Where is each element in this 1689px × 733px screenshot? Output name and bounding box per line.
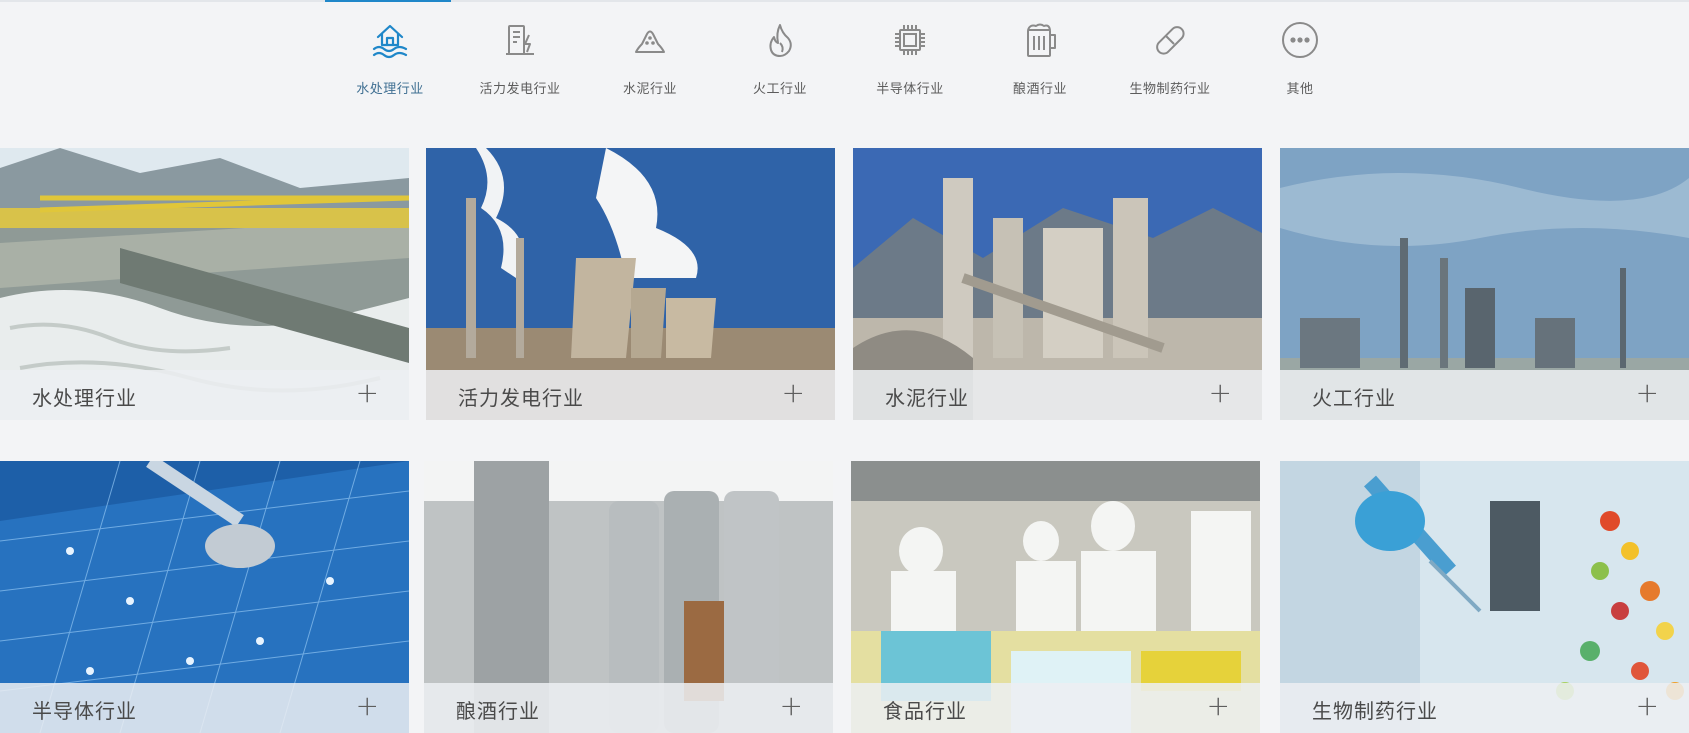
card-caption-bar: 火工行业 + (1280, 370, 1689, 420)
more-dots-icon (1278, 18, 1322, 62)
tab-label: 火工行业 (752, 82, 807, 97)
card-title: 火工行业 (1312, 386, 1396, 410)
industry-card-food[interactable]: 食品行业 + (851, 461, 1260, 733)
top-divider (0, 0, 1689, 2)
card-title: 半导体行业 (32, 699, 137, 723)
tab-label: 活力发电行业 (479, 82, 561, 97)
tab-label: 水泥行业 (622, 82, 677, 97)
tab-label: 半导体行业 (876, 82, 944, 97)
tab-pyrotechnics[interactable]: 火工行业 (715, 18, 845, 97)
card-caption-bar: 水泥行业 + (853, 370, 1262, 420)
card-caption-bar: 酿酒行业 + (424, 683, 833, 733)
card-title: 水处理行业 (32, 386, 137, 410)
industry-card-semiconductor[interactable]: 半导体行业 + (0, 461, 409, 733)
tab-biopharma[interactable]: 生物制药行业 (1105, 18, 1235, 97)
industry-card-biopharma[interactable]: 生物制药行业 + (1280, 461, 1689, 733)
expand-plus-icon[interactable]: + (1207, 689, 1230, 722)
industry-card-water-treatment[interactable]: 水处理行业 + (0, 148, 409, 420)
beer-mug-icon (1018, 18, 1062, 62)
card-title: 酿酒行业 (456, 699, 540, 723)
tab-label: 其他 (1286, 82, 1314, 97)
tab-brewing[interactable]: 酿酒行业 (975, 18, 1105, 97)
card-caption-bar: 活力发电行业 + (426, 370, 835, 420)
tab-label: 酿酒行业 (1012, 82, 1067, 97)
expand-plus-icon[interactable]: + (1636, 376, 1659, 409)
tab-label: 生物制药行业 (1129, 82, 1211, 97)
cement-pile-icon (628, 18, 672, 62)
capsule-icon (1148, 18, 1192, 62)
tab-other[interactable]: 其他 (1235, 18, 1365, 97)
power-plant-icon (498, 18, 542, 62)
tab-semiconductor[interactable]: 半导体行业 (845, 18, 975, 97)
card-title: 水泥行业 (885, 386, 969, 410)
tab-label: 水处理行业 (356, 82, 424, 97)
tab-power-plant[interactable]: 活力发电行业 (455, 18, 585, 97)
chip-icon (888, 18, 932, 62)
card-caption-bar: 生物制药行业 + (1280, 683, 1689, 733)
water-house-icon (368, 18, 412, 62)
card-title: 食品行业 (883, 699, 967, 723)
industry-card-pyrotechnics[interactable]: 火工行业 + (1280, 148, 1689, 420)
card-caption-bar: 半导体行业 + (0, 683, 409, 733)
expand-plus-icon[interactable]: + (780, 689, 803, 722)
tab-water-treatment[interactable]: 水处理行业 (325, 18, 455, 97)
expand-plus-icon[interactable]: + (782, 376, 805, 409)
card-title: 活力发电行业 (458, 386, 584, 410)
card-caption-bar: 水处理行业 + (0, 370, 409, 420)
expand-plus-icon[interactable]: + (356, 689, 379, 722)
card-title: 生物制药行业 (1312, 699, 1438, 723)
industry-card-cement[interactable]: 水泥行业 + (853, 148, 1262, 420)
expand-plus-icon[interactable]: + (1209, 376, 1232, 409)
tab-cement[interactable]: 水泥行业 (585, 18, 715, 97)
active-tab-indicator (325, 0, 451, 2)
flame-icon (758, 18, 802, 62)
industry-card-brewing[interactable]: 酿酒行业 + (424, 461, 833, 733)
industry-card-power-plant[interactable]: 活力发电行业 + (426, 148, 835, 420)
expand-plus-icon[interactable]: + (356, 376, 379, 409)
card-caption-bar: 食品行业 + (851, 683, 1260, 733)
expand-plus-icon[interactable]: + (1636, 689, 1659, 722)
